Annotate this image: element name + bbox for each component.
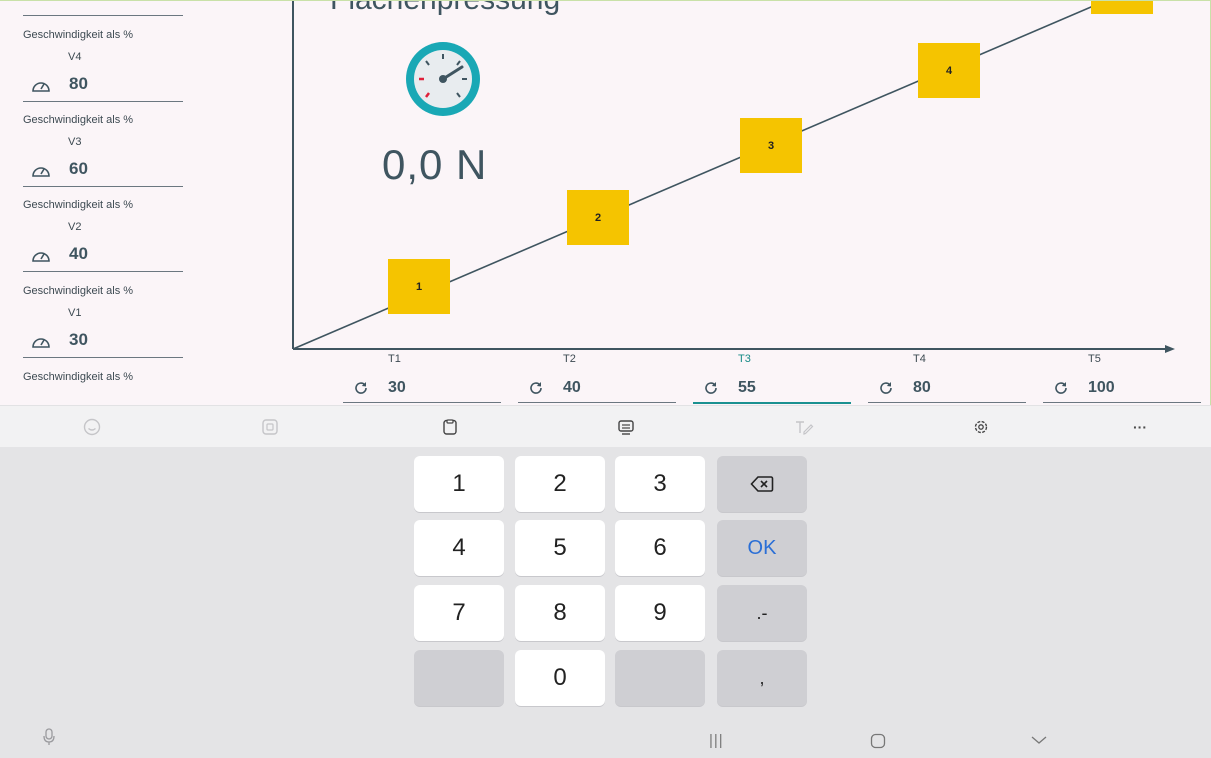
recents-button[interactable]: ||| <box>709 732 724 749</box>
refresh-icon <box>530 382 542 394</box>
speedometer-icon <box>32 82 50 92</box>
speed-field-label: Geschwindigkeit als % <box>23 199 134 211</box>
comma-key[interactable]: , <box>717 650 807 706</box>
keyboard-toolbar: ··· <box>0 405 1211 448</box>
refresh-icon <box>355 382 367 394</box>
refresh-icon <box>705 382 717 394</box>
numeric-keyboard <box>0 447 1211 758</box>
more-icon[interactable]: ··· <box>1129 416 1151 438</box>
speed-field-sub: V3 <box>68 136 82 148</box>
home-icon <box>870 733 886 749</box>
field-underline <box>23 357 183 358</box>
key-4[interactable]: 4 <box>414 520 504 576</box>
clipboard-icon[interactable] <box>439 416 461 438</box>
chevron-down-icon <box>1031 736 1047 744</box>
step-box-4[interactable]: 4 <box>918 43 980 98</box>
emoji-icon[interactable] <box>81 416 103 438</box>
key-7[interactable]: 7 <box>414 585 504 641</box>
speed-field-sub: V4 <box>68 51 82 63</box>
speed-field-label: Geschwindigkeit als % <box>23 285 134 297</box>
time-field-value: 30 <box>388 379 406 396</box>
stickers-icon[interactable] <box>259 416 281 438</box>
step-box-1[interactable]: 1 <box>388 259 450 314</box>
keyboard-mode-icon[interactable] <box>615 416 637 438</box>
field-underline <box>868 402 1026 403</box>
field-underline <box>23 101 183 102</box>
speedometer-icon <box>32 167 50 177</box>
time-field-sub: T5 <box>1088 353 1101 365</box>
home-button[interactable] <box>870 733 886 753</box>
time-field-value: 100 <box>1088 379 1115 396</box>
blank-key-left <box>414 650 504 706</box>
blank-key-right <box>615 650 705 706</box>
hide-keyboard-button[interactable] <box>1030 733 1048 750</box>
speed-field-label: Geschwindigkeit als % <box>23 114 134 126</box>
time-field-value: 40 <box>563 379 581 396</box>
key-2[interactable]: 2 <box>515 456 605 512</box>
backspace-key[interactable] <box>717 456 807 512</box>
speed-field-value: 60 <box>69 159 88 178</box>
speed-field-value: 80 <box>69 74 88 93</box>
field-underline <box>23 15 183 16</box>
speed-field-label: Geschwindigkeit als % <box>23 29 134 41</box>
dot-minus-key[interactable]: .- <box>717 585 807 641</box>
microphone-icon[interactable] <box>42 728 56 750</box>
refresh-icon <box>1055 382 1067 394</box>
speed-field-label: Geschwindigkeit als % <box>23 371 134 383</box>
time-field-sub: T2 <box>563 353 576 365</box>
time-field-sub: T1 <box>388 353 401 365</box>
key-8[interactable]: 8 <box>515 585 605 641</box>
page-title: Flächenpressung <box>330 1 560 17</box>
handwriting-icon[interactable] <box>793 416 815 438</box>
app-screen: Geschwindigkeit als % V4 80 Geschwindigk… <box>0 0 1211 405</box>
settings-icon[interactable] <box>970 416 992 438</box>
backspace-icon <box>750 476 774 492</box>
key-3[interactable]: 3 <box>615 456 705 512</box>
field-underline <box>23 271 183 272</box>
speed-field-sub: V2 <box>68 221 82 233</box>
step-box-2[interactable]: 2 <box>567 190 629 245</box>
field-underline <box>693 402 851 404</box>
key-0[interactable]: 0 <box>515 650 605 706</box>
force-readout: 0,0 N <box>382 141 488 188</box>
field-underline <box>23 186 183 187</box>
time-field-value: 80 <box>913 379 931 396</box>
x-axis-arrow <box>1165 345 1175 353</box>
refresh-icon <box>880 382 892 394</box>
key-5[interactable]: 5 <box>515 520 605 576</box>
speedometer-icon <box>32 252 50 262</box>
gauge-icon <box>406 42 480 116</box>
speed-field-value: 30 <box>69 330 88 349</box>
speedometer-icon <box>32 338 50 348</box>
key-9[interactable]: 9 <box>615 585 705 641</box>
time-field-sub: T4 <box>913 353 926 365</box>
step-box-3[interactable]: 3 <box>740 118 802 173</box>
speed-field-sub: V1 <box>68 307 82 319</box>
time-field-sub: T3 <box>738 353 751 365</box>
step-box-5[interactable] <box>1091 1 1153 14</box>
key-6[interactable]: 6 <box>615 520 705 576</box>
ok-key[interactable]: OK <box>717 520 807 576</box>
key-1[interactable]: 1 <box>414 456 504 512</box>
field-underline <box>518 402 676 403</box>
field-underline <box>343 402 501 403</box>
time-field-value: 55 <box>738 379 756 396</box>
speed-field-value: 40 <box>69 244 88 263</box>
field-underline <box>1043 402 1201 403</box>
